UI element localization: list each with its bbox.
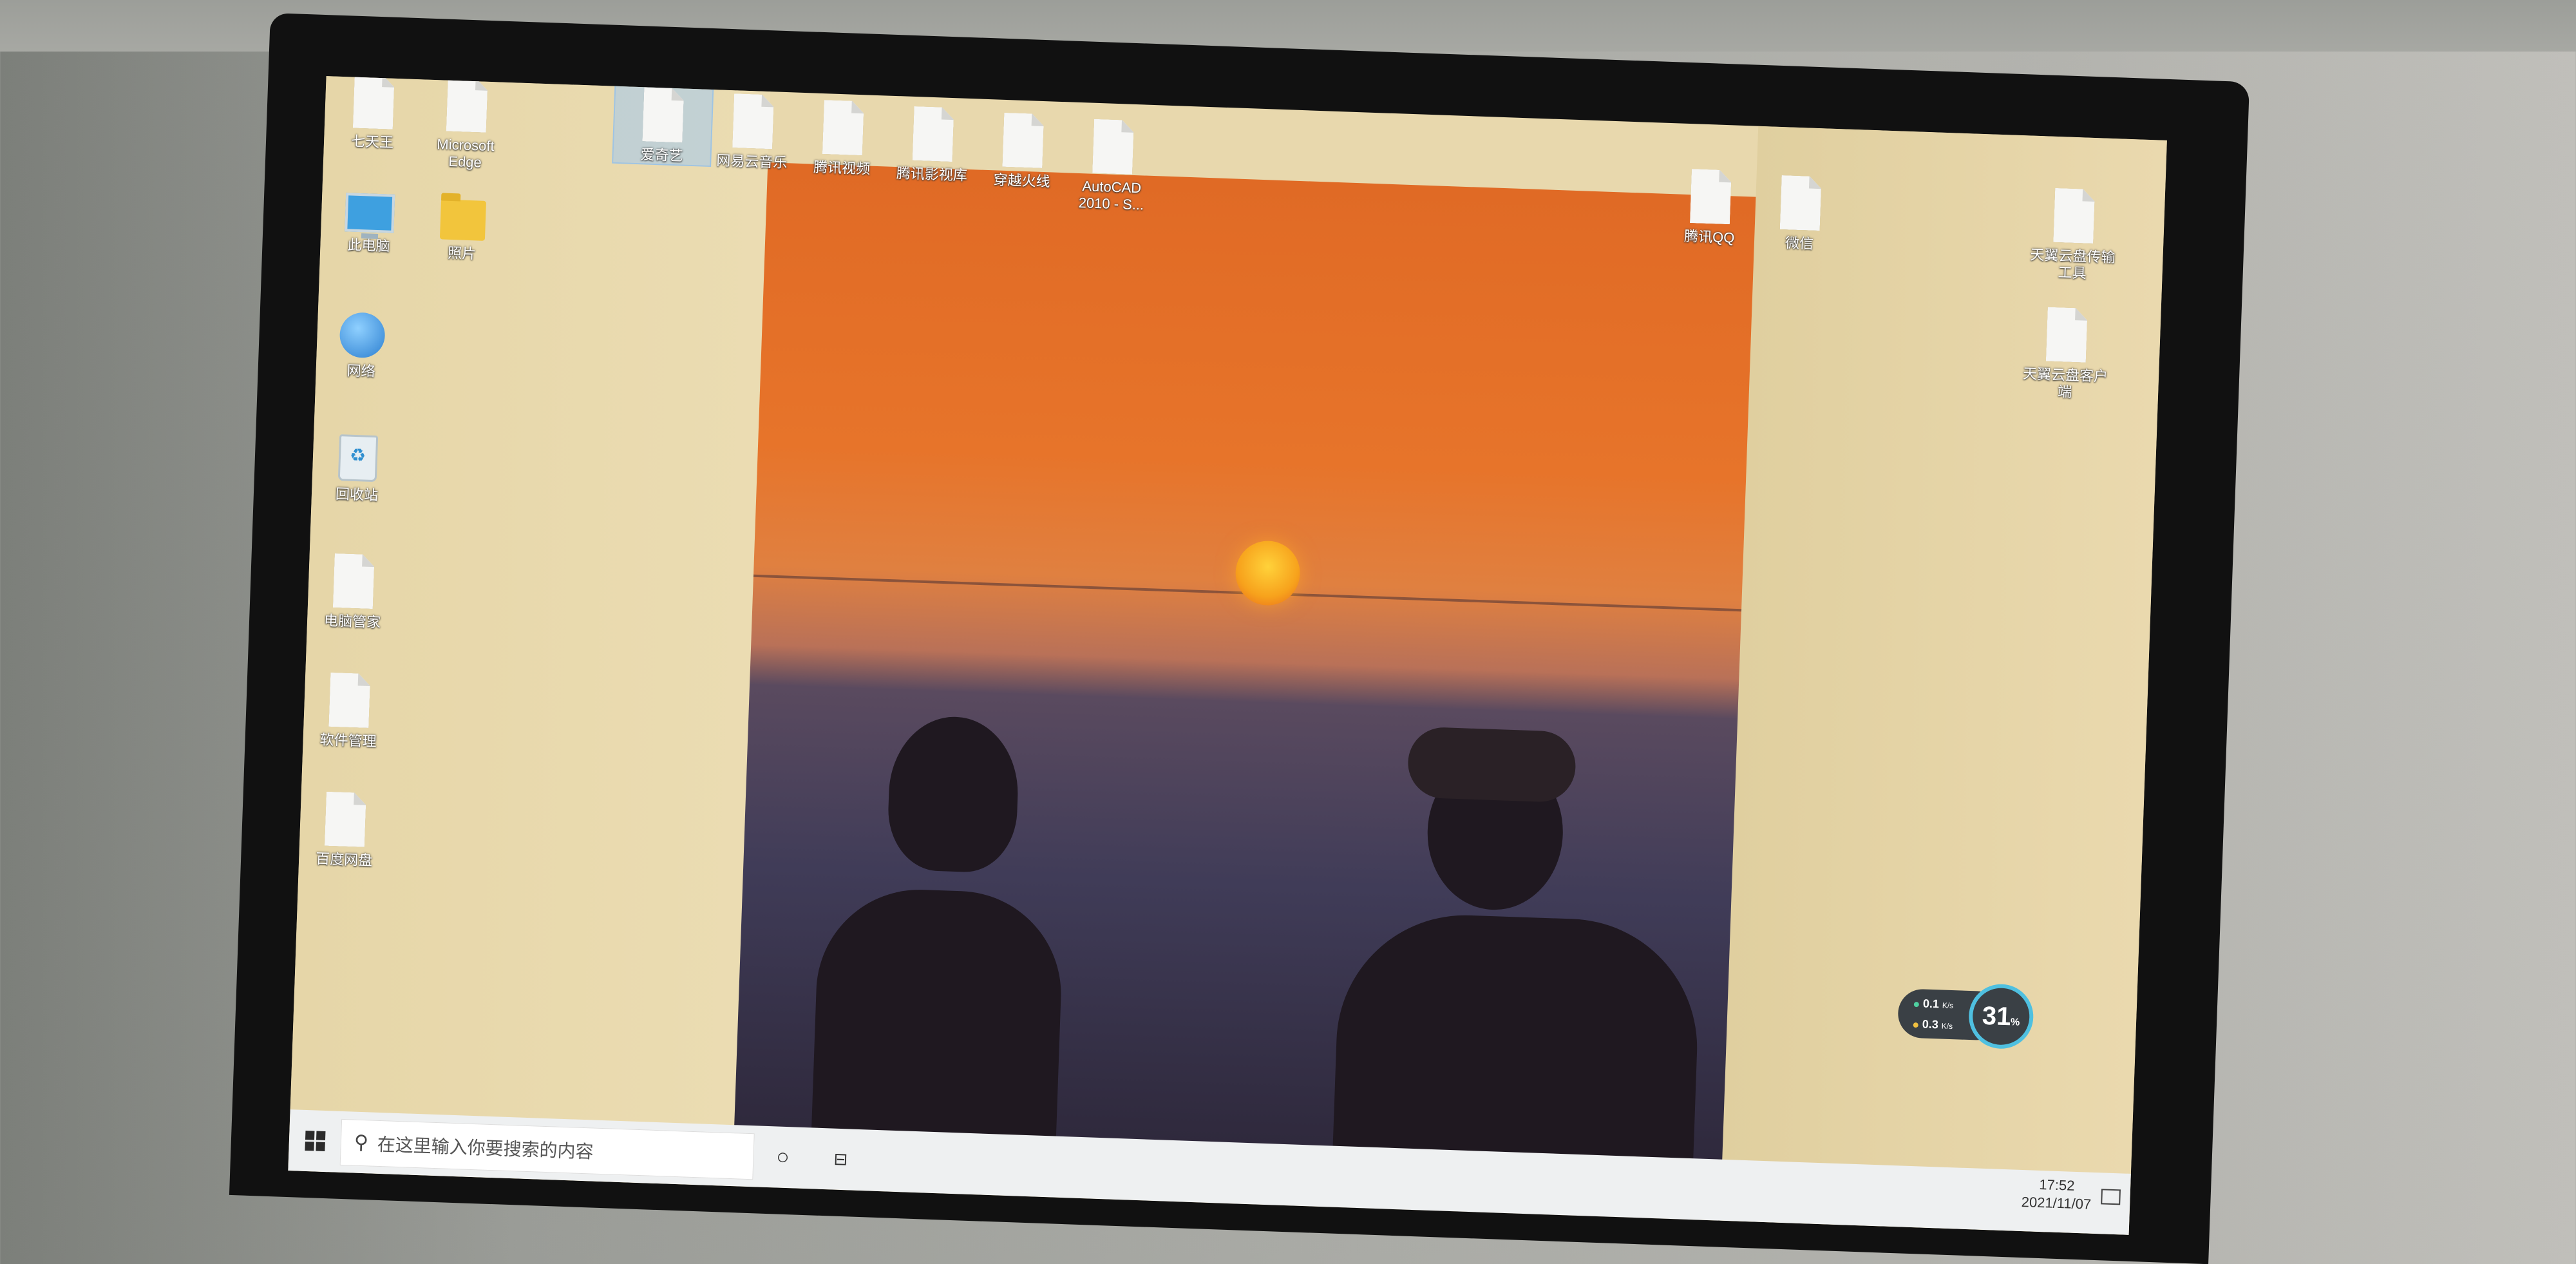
cortana-button[interactable]: ○: [753, 1144, 812, 1171]
desktop-icon-crossfire[interactable]: 穿越火线: [973, 111, 1072, 191]
wallpaper-photo: [732, 162, 1756, 1220]
recycle-bin-icon: [337, 434, 379, 483]
desktop-icon-edge[interactable]: Microsoft Edge: [417, 76, 516, 172]
upload-dot-icon: [1913, 1001, 1919, 1008]
network-icon: [339, 312, 386, 359]
file-icon: [1780, 175, 1822, 231]
desktop-icon-tianyi-transfer[interactable]: 天翼云盘传输 工具: [2023, 187, 2123, 283]
file-icon: [1002, 113, 1044, 168]
clock-date: 2021/11/07: [2021, 1194, 2092, 1212]
file-icon: [822, 100, 864, 155]
usage-percent: 31%: [1982, 1001, 2020, 1031]
desktop-icon-this-pc[interactable]: 此电脑: [320, 192, 419, 256]
search-placeholder: 在这里输入你要搜索的内容: [377, 1134, 594, 1162]
upload-speed: 0.1 K/s: [1913, 997, 1954, 1011]
file-icon: [446, 77, 488, 133]
taskbar-search-box[interactable]: ⚲ 在这里输入你要搜索的内容: [339, 1118, 755, 1180]
desktop-icon-network[interactable]: 网络: [312, 311, 412, 381]
file-icon: [1690, 169, 1732, 224]
start-button[interactable]: [288, 1109, 341, 1173]
desktop-icon-tianyi-client[interactable]: 天翼云盘客户 端: [2016, 306, 2116, 402]
network-speed-widget[interactable]: 0.1 K/s 0.3 K/s 31%: [1897, 981, 2041, 1050]
download-dot-icon: [1913, 1022, 1918, 1028]
task-view-icon: ⊟: [833, 1149, 848, 1169]
file-icon: [2046, 307, 2088, 363]
notification-center-icon[interactable]: [2101, 1189, 2121, 1205]
file-icon: [325, 792, 366, 847]
computer-icon: [345, 193, 395, 233]
wallpaper-right-panel: [1719, 126, 2167, 1235]
file-icon: [732, 93, 774, 149]
desktop-icon-wechat[interactable]: 微信: [1751, 175, 1850, 254]
windows-logo-icon: [304, 1130, 325, 1152]
search-icon: ⚲: [354, 1131, 369, 1154]
task-view-button[interactable]: ⊟: [811, 1148, 870, 1170]
file-icon: [642, 87, 684, 142]
desktop-icon-netease-music[interactable]: 网易云音乐: [703, 93, 802, 172]
file-icon: [333, 553, 375, 609]
file-icon: [353, 76, 395, 129]
clock[interactable]: 17:52 2021/11/07: [2021, 1175, 2092, 1214]
desktop-icon-recycle-bin[interactable]: 回收站: [308, 434, 408, 505]
desktop-screen: 七天王 Microsoft Edge 此电脑 照片 网络 回收站 电脑管家 软: [288, 76, 2167, 1235]
desktop-icon-tencent-video[interactable]: 腾讯视频: [793, 99, 893, 178]
folder-icon: [439, 199, 487, 241]
download-speed: 0.3 K/s: [1913, 1017, 1953, 1032]
desktop-icon-pc-manager[interactable]: 电脑管家: [304, 552, 403, 631]
clock-time: 17:52: [2038, 1176, 2075, 1194]
desktop-icon-qitianwang[interactable]: 七天王: [324, 76, 423, 152]
circle-icon: ○: [775, 1144, 790, 1170]
monitor-frame: 七天王 Microsoft Edge 此电脑 照片 网络 回收站 电脑管家 软: [229, 13, 2250, 1264]
file-icon: [1092, 119, 1134, 175]
desktop-icon-tencent-film-library[interactable]: 腾讯影视库: [883, 105, 982, 184]
desktop-icon-autocad[interactable]: AutoCAD 2010 - S...: [1063, 118, 1162, 214]
person-right-hat: [1406, 726, 1577, 803]
desktop-icon-iqiyi[interactable]: 爱奇艺: [612, 84, 714, 168]
desktop-icon-baidu-netdisk[interactable]: 百度网盘: [296, 790, 395, 870]
desktop-icon-qq[interactable]: 腾讯QQ: [1661, 168, 1760, 247]
sun: [1234, 539, 1302, 607]
person-left-head: [886, 714, 1021, 874]
file-icon: [328, 673, 370, 728]
file-icon: [913, 106, 954, 162]
desktop-icon-photos[interactable]: 照片: [413, 198, 512, 263]
desktop-icon-software-manager[interactable]: 软件管理: [299, 671, 399, 751]
file-icon: [2053, 188, 2095, 244]
